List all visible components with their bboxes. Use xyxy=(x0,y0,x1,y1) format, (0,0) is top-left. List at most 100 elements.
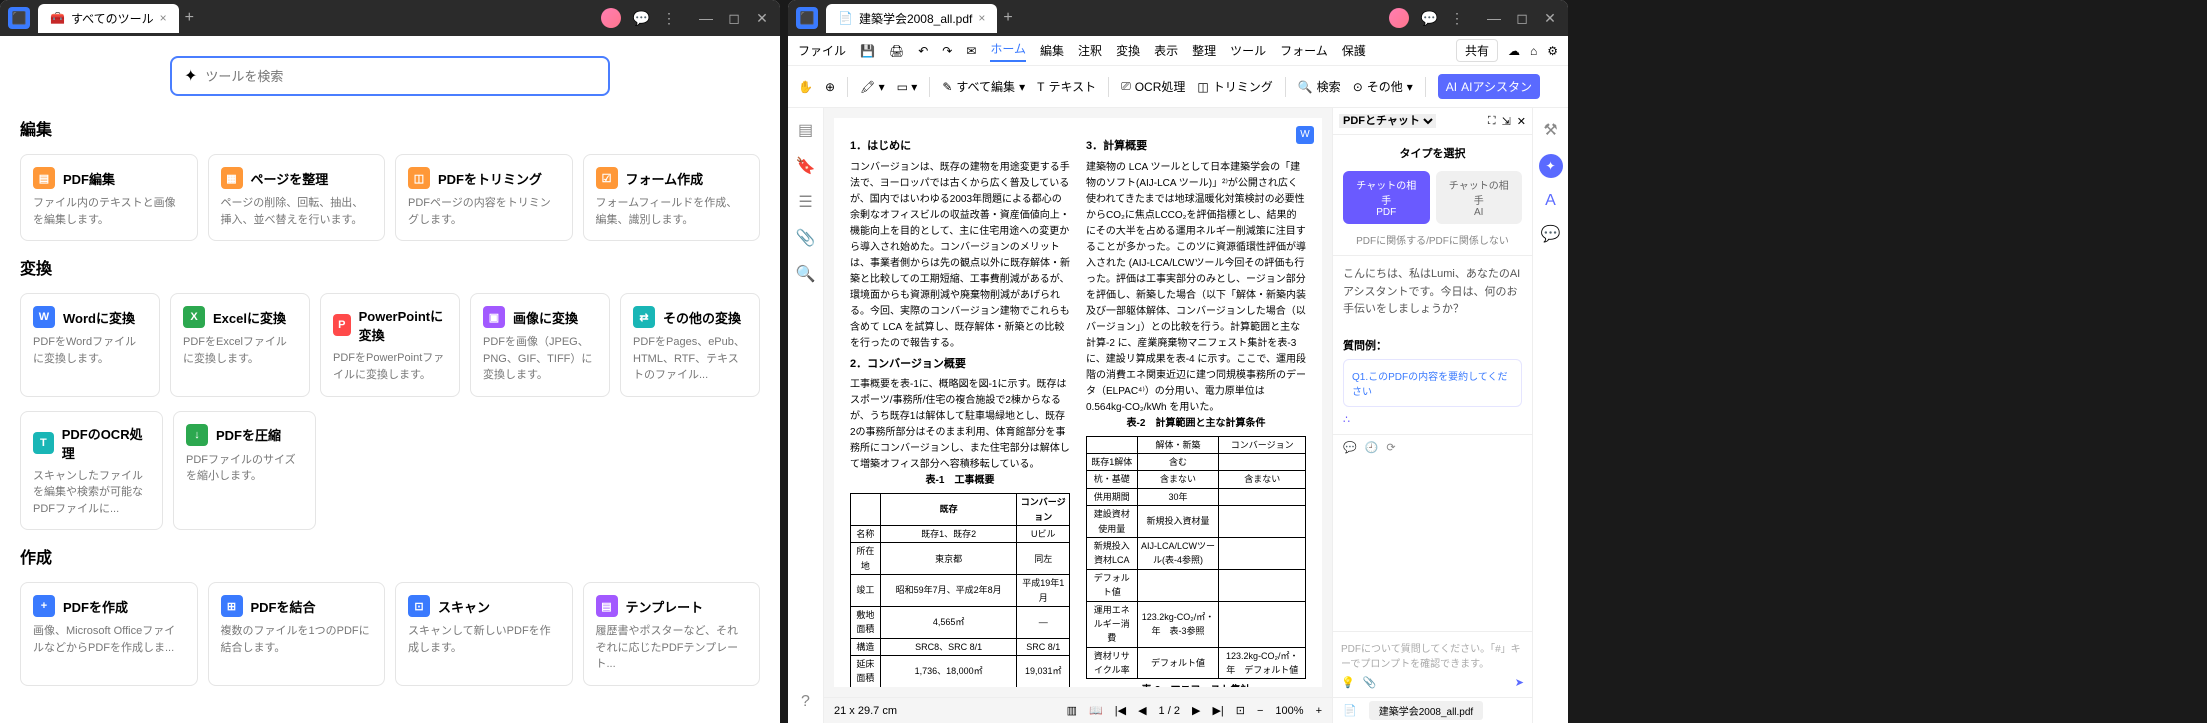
card-word[interactable]: WWordに変換PDFをWordファイルに変換します。 xyxy=(20,293,160,397)
lightbulb-icon[interactable]: 💡 xyxy=(1341,676,1355,689)
expand-icon[interactable]: ⛶ xyxy=(1488,115,1496,128)
zoom-out-icon[interactable]: − xyxy=(1257,705,1263,717)
ai-assistant-button[interactable]: AIAIアシスタン xyxy=(1438,74,1540,99)
text-button[interactable]: Tテキスト xyxy=(1037,78,1096,95)
card-organize[interactable]: ▦ページを整理ページの削除、回転、抽出、挿入、並べ替えを行います。 xyxy=(208,154,386,241)
menu-file[interactable]: ファイル xyxy=(798,42,846,59)
card-other-convert[interactable]: ⇄その他の変換PDFをPages、ePub、HTML、RTF、テキストのファイル… xyxy=(620,293,760,397)
menu-convert[interactable]: 変換 xyxy=(1116,42,1140,59)
refresh-icon[interactable]: ⟳ xyxy=(1386,441,1395,454)
menu-forms[interactable]: フォーム xyxy=(1280,42,1328,59)
maximize-button[interactable]: ◻ xyxy=(724,10,744,27)
new-tab-button[interactable]: + xyxy=(185,9,194,27)
maximize-button[interactable]: ◻ xyxy=(1512,10,1532,27)
tools-icon[interactable]: ⚒ xyxy=(1543,120,1557,140)
tab-all-tools[interactable]: 🧰 すべてのツール × xyxy=(38,4,179,33)
thumbnails-icon[interactable]: ▤ xyxy=(798,120,813,140)
page-indicator[interactable]: 1 / 2 xyxy=(1159,705,1180,717)
menu-view[interactable]: 表示 xyxy=(1154,42,1178,59)
ai-input[interactable]: PDFについて質問してください。「#」キーでプロンプトを確認できます。 xyxy=(1341,640,1524,670)
example-question-1[interactable]: Q1.このPDFの内容を要約してください xyxy=(1343,359,1522,407)
word-badge-icon[interactable]: W xyxy=(1296,126,1314,144)
next-page-icon[interactable]: ▶ xyxy=(1192,704,1200,717)
more-icon[interactable]: ⋮ xyxy=(1450,10,1464,27)
close-icon[interactable]: × xyxy=(978,11,985,25)
cloud-icon[interactable]: ☁ xyxy=(1508,44,1520,58)
menu-tools[interactable]: ツール xyxy=(1230,42,1266,59)
ai-a-icon[interactable]: A xyxy=(1545,192,1556,210)
mail-icon[interactable]: ✉ xyxy=(966,44,976,58)
edit-all-button[interactable]: ✎すべて編集 ▾ xyxy=(942,78,1025,95)
shape-icon[interactable]: ▭ ▾ xyxy=(897,80,918,94)
zoom-in-icon[interactable]: ⊕ xyxy=(825,80,835,94)
close-icon[interactable]: × xyxy=(160,11,167,25)
hand-tool-icon[interactable]: ✋ xyxy=(798,80,813,94)
card-form[interactable]: ☑フォーム作成フォームフィールドを作成、編集、識別します。 xyxy=(583,154,761,241)
zoom-in-icon[interactable]: + xyxy=(1316,705,1322,717)
card-create-pdf[interactable]: +PDFを作成画像、Microsoft OfficeファイルなどからPDFを作成… xyxy=(20,582,198,686)
avatar[interactable] xyxy=(1389,8,1409,28)
close-panel-icon[interactable]: ✕ xyxy=(1517,115,1526,128)
ai-rail-icon[interactable]: ✦ xyxy=(1539,154,1563,178)
attach-icon[interactable]: 📎 xyxy=(1363,676,1377,689)
prev-page-icon[interactable]: ◀ xyxy=(1138,704,1146,717)
zoom-level[interactable]: 100% xyxy=(1275,705,1303,717)
list-icon[interactable]: ☰ xyxy=(798,192,812,212)
undo-icon[interactable]: ↶ xyxy=(918,44,928,58)
card-combine[interactable]: ⊞PDFを結合複数のファイルを1つのPDFに結合します。 xyxy=(208,582,386,686)
search-input[interactable] xyxy=(205,69,596,84)
chip-pdf[interactable]: チャットの相手PDF xyxy=(1343,171,1430,224)
card-ppt[interactable]: PPowerPointに変換PDFをPowerPointファイルに変換します。 xyxy=(320,293,460,397)
save-icon[interactable]: 💾 xyxy=(860,44,875,58)
send-icon[interactable]: ➤ xyxy=(1515,676,1524,689)
share-button[interactable]: 共有 xyxy=(1456,39,1498,62)
new-tab-button[interactable]: + xyxy=(1003,9,1012,27)
menu-organize[interactable]: 整理 xyxy=(1192,42,1216,59)
close-button[interactable]: ✕ xyxy=(752,10,772,27)
fit-icon[interactable]: ⊡ xyxy=(1236,704,1245,717)
chat-icon[interactable]: 💬 xyxy=(1421,10,1438,27)
history-icon[interactable]: 🕘 xyxy=(1365,441,1379,454)
more-icon[interactable]: ⋮ xyxy=(662,10,676,27)
search-box[interactable]: ✦ xyxy=(170,56,610,96)
chat-mode-icon[interactable]: 💬 xyxy=(1343,441,1357,454)
read-mode-icon[interactable]: 📖 xyxy=(1089,704,1103,717)
search-panel-icon[interactable]: 🔍 xyxy=(796,264,816,284)
attachment-icon[interactable]: 📎 xyxy=(796,228,816,248)
card-scan[interactable]: ⊡スキャンスキャンして新しいPDFを作成します。 xyxy=(395,582,573,686)
minimize-button[interactable]: — xyxy=(1484,10,1504,27)
ocr-button[interactable]: ⎚OCR処理 xyxy=(1121,78,1185,95)
search-button[interactable]: 🔍検索 xyxy=(1298,78,1341,95)
layout-icon[interactable]: ▥ xyxy=(1067,704,1077,717)
bookmark-icon[interactable]: 🔖 xyxy=(796,156,816,176)
trim-button[interactable]: ◫トリミング xyxy=(1197,78,1272,95)
card-compress[interactable]: ↓PDFを圧縮PDFファイルのサイズを縮小します。 xyxy=(173,411,316,531)
chat-icon[interactable]: 💬 xyxy=(633,10,650,27)
print-icon[interactable]: 🖨 xyxy=(889,44,904,58)
highlighter-icon[interactable]: 🖍 ▾ xyxy=(860,80,885,94)
menu-comment[interactable]: 注釈 xyxy=(1078,42,1102,59)
first-page-icon[interactable]: |◀ xyxy=(1115,704,1126,717)
avatar[interactable] xyxy=(601,8,621,28)
gear-icon[interactable]: ⚙ xyxy=(1547,44,1558,58)
other-button[interactable]: ⊙その他 ▾ xyxy=(1353,78,1413,95)
menu-edit[interactable]: 編集 xyxy=(1040,42,1064,59)
card-ocr[interactable]: TPDFのOCR処理スキャンしたファイルを編集や検索が可能なPDFファイルに..… xyxy=(20,411,163,531)
collapse-icon[interactable]: ⇲ xyxy=(1502,115,1511,128)
card-trim[interactable]: ◫PDFをトリミングPDFページの内容をトリミングします。 xyxy=(395,154,573,241)
last-page-icon[interactable]: ▶| xyxy=(1212,704,1223,717)
home-icon[interactable]: ⌂ xyxy=(1530,44,1537,58)
card-template[interactable]: ▤テンプレート履歴書やポスターなど、それぞれに応じたPDFテンプレート... xyxy=(583,582,761,686)
pdf-page[interactable]: W 1．はじめに コンバージョンは、既存の建物を用途変更する手法で、ヨーロッパで… xyxy=(834,118,1322,687)
panel-mode-dropdown[interactable]: PDFとチャット xyxy=(1339,114,1436,128)
redo-icon[interactable]: ↷ xyxy=(942,44,952,58)
file-tab[interactable]: 建築学会2008_all.pdf xyxy=(1369,701,1484,720)
minimize-button[interactable]: — xyxy=(696,10,716,27)
card-excel[interactable]: XExcelに変換PDFをExcelファイルに変換します。 xyxy=(170,293,310,397)
chip-ai[interactable]: チャットの相手AI xyxy=(1436,171,1523,224)
card-pdf-edit[interactable]: ▤PDF編集ファイル内のテキストと画像を編集します。 xyxy=(20,154,198,241)
tab-document[interactable]: 📄 建築学会2008_all.pdf × xyxy=(826,4,997,33)
menu-protect[interactable]: 保護 xyxy=(1342,42,1366,59)
ai-chat-icon[interactable]: 💬 xyxy=(1541,224,1561,244)
close-button[interactable]: ✕ xyxy=(1540,10,1560,27)
